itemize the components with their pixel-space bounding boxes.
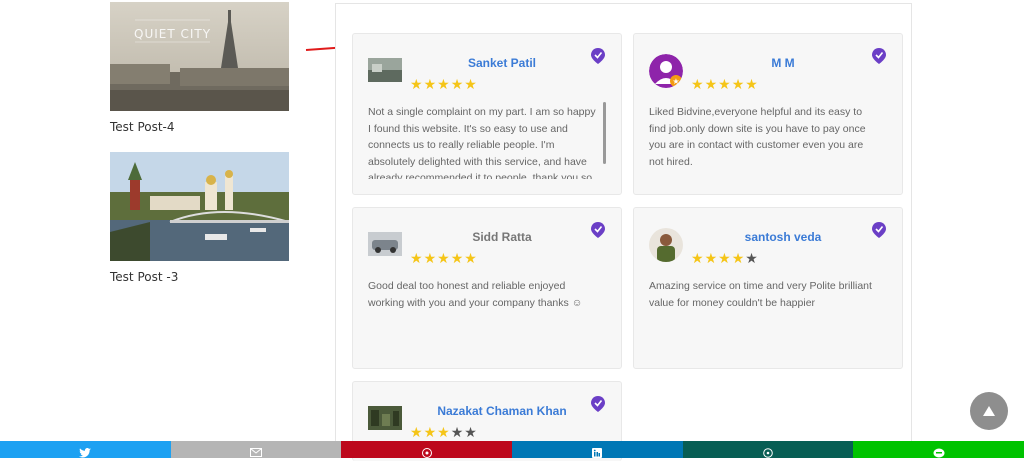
reviewer-avatar: ★ [649,54,683,88]
star-filled-icon: ★ [410,250,424,266]
verified-badge-icon [591,48,605,64]
star-filled-icon: ★ [450,250,465,266]
star-empty-icon: ★ [464,424,478,440]
star-empty-icon: ★ [745,250,759,266]
arrow-up-icon [983,406,995,416]
star-rating: ★★★★★ [410,76,478,92]
star-rating: ★★★★★ [691,76,759,92]
whatsapp-icon [763,447,773,458]
review-card: ★ M M ★★★★★ Liked Bidvine,everyone helpf… [633,33,903,195]
verified-badge-icon [872,48,886,64]
share-email-button[interactable] [170,441,342,458]
star-filled-icon: ★ [437,250,451,266]
share-linkedin-button[interactable] [512,441,683,458]
back-to-top-button[interactable] [970,392,1008,430]
star-filled-icon: ★ [423,76,438,92]
star-filled-icon: ★ [704,76,719,92]
review-card: santosh veda ★★★★★ Amazing service on ti… [633,207,903,369]
reviews-panel: Sanket Patil ★★★★★ Not a single complain… [335,3,912,461]
twitter-icon [79,447,92,457]
share-line-button[interactable] [853,441,1024,458]
svg-text:★: ★ [672,77,679,86]
reviewer-name: Sanket Patil [467,56,537,70]
review-card: Sidd Ratta ★★★★★ Good deal too honest an… [352,207,622,369]
star-filled-icon: ★ [718,76,732,92]
post-thumbnail-moscow[interactable] [110,152,289,261]
reviewer-avatar [368,58,402,82]
sidebar-post[interactable]: Test Post -3 [110,152,289,284]
star-filled-icon: ★ [410,424,424,440]
star-filled-icon: ★ [464,250,478,266]
star-filled-icon: ★ [718,250,732,266]
star-filled-icon: ★ [464,76,478,92]
reviewer-avatar [368,232,402,256]
star-filled-icon: ★ [691,76,705,92]
post-image-caption: QUIET CITY [134,27,211,41]
share-bar [0,441,1024,458]
star-rating: ★★★★★ [691,250,759,266]
reviewer-name: santosh veda [744,230,822,244]
star-filled-icon: ★ [423,424,438,440]
star-empty-icon: ★ [450,424,465,440]
review-text: Not a single complaint on my part. I am … [368,106,596,179]
post-title[interactable]: Test Post -3 [110,270,289,284]
share-pinterest-button[interactable] [341,441,513,458]
reviewer-name: M M [771,56,795,70]
review-text: Liked Bidvine,everyone helpful and its e… [649,106,866,168]
post-thumbnail-paris[interactable]: QUIET CITY [110,2,289,111]
linkedin-icon [592,447,603,458]
star-filled-icon: ★ [437,424,451,440]
post-title[interactable]: Test Post-4 [110,120,289,134]
star-rating: ★★★★★ [410,424,478,440]
reviewer-avatar [649,228,683,262]
review-scrollbar[interactable] [603,102,606,164]
star-rating: ★★★★★ [410,250,478,266]
star-filled-icon: ★ [423,250,438,266]
pinterest-icon [421,447,432,458]
mail-icon [250,448,262,457]
star-filled-icon: ★ [410,76,424,92]
verified-badge-icon [591,396,605,412]
star-filled-icon: ★ [437,76,451,92]
line-icon [933,448,945,457]
review-card: Sanket Patil ★★★★★ Not a single complain… [352,33,622,195]
star-filled-icon: ★ [745,76,759,92]
share-twitter-button[interactable] [0,441,171,458]
star-filled-icon: ★ [450,76,465,92]
reviewer-name: Nazakat Chaman Khan [437,404,567,418]
verified-badge-icon [872,222,886,238]
reviewer-name: Sidd Ratta [472,230,532,244]
reviewer-avatar [368,406,402,430]
star-filled-icon: ★ [731,250,746,266]
review-text: Good deal too honest and reliable enjoye… [368,280,583,309]
star-filled-icon: ★ [691,250,705,266]
share-whatsapp-button[interactable] [682,441,854,458]
review-text: Amazing service on time and very Polite … [649,280,872,309]
sidebar-post[interactable]: QUIET CITY Test Post-4 [110,2,289,134]
star-filled-icon: ★ [731,76,746,92]
star-filled-icon: ★ [704,250,719,266]
verified-badge-icon [591,222,605,238]
